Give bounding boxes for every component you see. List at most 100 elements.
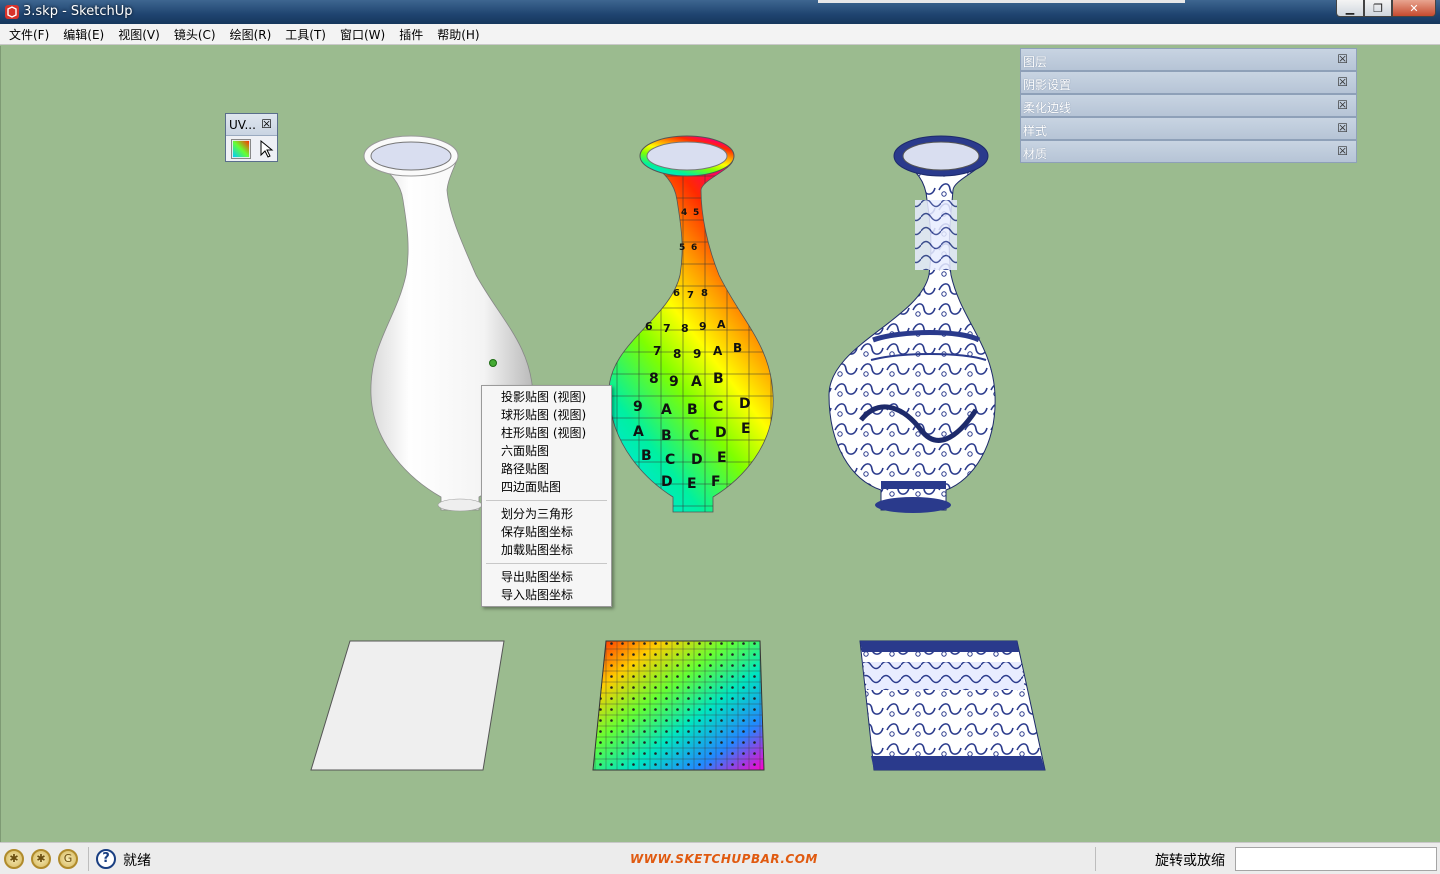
menu-tools[interactable]: 工具(T)	[278, 26, 333, 43]
svg-text:A: A	[691, 374, 702, 390]
tray-layers[interactable]: 图层 ☒	[1020, 48, 1357, 71]
close-button[interactable]: ✕	[1392, 0, 1436, 17]
svg-text:9: 9	[699, 320, 707, 333]
title-strip	[818, 0, 1185, 3]
svg-text:C: C	[665, 452, 675, 468]
svg-text:8: 8	[673, 347, 681, 361]
status-separator	[88, 847, 89, 871]
menu-file[interactable]: 文件(F)	[2, 26, 56, 43]
uv-toolbar-close-icon[interactable]: ☒	[261, 117, 272, 131]
menu-separator	[486, 500, 607, 501]
scene-canvas: 89AB 9ABCD ABCDE BCDE DEF 6789A 789AB 67…	[310, 135, 1046, 771]
minimize-button[interactable]: ▁	[1336, 0, 1364, 17]
uv-toolbar-title: UV...	[229, 118, 256, 132]
ctx-import-uv[interactable]: 导入贴图坐标	[482, 586, 611, 604]
svg-text:A: A	[661, 402, 672, 418]
porcelain-plane[interactable]	[859, 640, 1046, 771]
context-menu: 投影贴图 (视图) 球形贴图 (视图) 柱形贴图 (视图) 六面贴图 路径贴图 …	[481, 385, 612, 607]
menu-camera[interactable]: 镜头(C)	[167, 26, 223, 43]
uv-toolbar[interactable]: UV... ☒	[225, 113, 278, 162]
uv-grid-plane[interactable]	[592, 640, 765, 771]
ctx-path-map[interactable]: 路径贴图	[482, 460, 611, 478]
tray-label: 柔化边线	[1023, 101, 1072, 115]
svg-text:9: 9	[693, 347, 701, 361]
svg-text:6: 6	[645, 320, 653, 333]
menu-help[interactable]: 帮助(H)	[430, 26, 486, 43]
svg-text:8: 8	[701, 288, 708, 299]
tray-materials[interactable]: 材质 ☒	[1020, 140, 1357, 163]
svg-text:E: E	[687, 476, 697, 492]
uv-texture-icon[interactable]	[231, 139, 251, 159]
svg-text:F: F	[711, 474, 721, 490]
close-icon[interactable]: ☒	[1337, 121, 1348, 135]
svg-text:9: 9	[669, 374, 679, 390]
svg-text:6: 6	[691, 243, 697, 253]
menu-view[interactable]: 视图(V)	[111, 26, 167, 43]
ctx-projection-map[interactable]: 投影贴图 (视图)	[482, 388, 611, 406]
svg-text:D: D	[691, 452, 703, 468]
svg-text:E: E	[741, 421, 751, 437]
ctx-triangulate[interactable]: 划分为三角形	[482, 505, 611, 523]
svg-text:B: B	[687, 402, 698, 418]
svg-text:D: D	[739, 396, 751, 412]
tray-label: 图层	[1023, 55, 1048, 69]
close-icon[interactable]: ☒	[1337, 75, 1348, 89]
status-bar: ✱ ✱ G ? 就绪 WWW.SKETCHUPBAR.COM 旋转或放缩	[0, 842, 1440, 874]
svg-text:C: C	[689, 428, 699, 444]
svg-text:B: B	[661, 428, 672, 444]
svg-text:8: 8	[649, 371, 659, 387]
ctx-export-uv[interactable]: 导出贴图坐标	[482, 568, 611, 586]
svg-text:C: C	[713, 399, 723, 415]
menu-bar: 文件(F) 编辑(E) 视图(V) 镜头(C) 绘图(R) 工具(T) 窗口(W…	[0, 24, 1440, 45]
menu-window[interactable]: 窗口(W)	[333, 26, 392, 43]
tray-label: 阴影设置	[1023, 78, 1072, 92]
uv-pointer-icon[interactable]	[257, 139, 277, 159]
svg-text:A: A	[633, 424, 644, 440]
uv-grid-vase[interactable]: 89AB 9ABCD ABCDE BCDE DEF 6789A 789AB 67…	[608, 135, 774, 513]
menu-plugins[interactable]: 插件	[392, 26, 430, 43]
measurements-label: 旋转或放缩	[1155, 853, 1225, 869]
tray-styles[interactable]: 样式 ☒	[1020, 117, 1357, 140]
measurements-input[interactable]	[1235, 847, 1437, 871]
porcelain-vase[interactable]	[828, 135, 996, 513]
close-icon[interactable]: ☒	[1337, 144, 1348, 158]
maximize-button[interactable]: ❐	[1364, 0, 1392, 17]
svg-text:4: 4	[681, 208, 687, 218]
ctx-box-map[interactable]: 六面贴图	[482, 442, 611, 460]
menu-edit[interactable]: 编辑(E)	[56, 26, 111, 43]
tray-soften-edges[interactable]: 柔化边线 ☒	[1020, 94, 1357, 117]
tray-label: 材质	[1023, 147, 1048, 161]
svg-text:6: 6	[673, 288, 680, 299]
svg-text:A: A	[713, 344, 723, 358]
svg-text:5: 5	[679, 243, 685, 253]
tray-panels: 图层 ☒ 阴影设置 ☒ 柔化边线 ☒ 样式 ☒ 材质 ☒	[1020, 48, 1357, 163]
sketchup-logo-icon	[5, 5, 19, 19]
svg-text:E: E	[717, 450, 727, 466]
help-icon[interactable]: ?	[96, 849, 116, 869]
ctx-quad-map[interactable]: 四边面贴图	[482, 478, 611, 496]
status-text: 就绪	[123, 853, 151, 869]
menu-separator	[486, 563, 607, 564]
tray-shadows[interactable]: 阴影设置 ☒	[1020, 71, 1357, 94]
drawing-viewport[interactable]: 89AB 9ABCD ABCDE BCDE DEF 6789A 789AB 67…	[0, 46, 1440, 842]
svg-text:B: B	[641, 448, 652, 464]
close-icon[interactable]: ☒	[1337, 52, 1348, 66]
ctx-load-uv[interactable]: 加载贴图坐标	[482, 541, 611, 559]
ctx-spherical-map[interactable]: 球形贴图 (视图)	[482, 406, 611, 424]
title-bar: 3.skp - SketchUp ▁ ❐ ✕	[0, 0, 1440, 24]
svg-text:9: 9	[633, 399, 643, 415]
geo-location-icon[interactable]: ✱	[4, 849, 24, 869]
ctx-save-uv[interactable]: 保存贴图坐标	[482, 523, 611, 541]
sign-in-icon[interactable]: G	[58, 849, 78, 869]
white-plane[interactable]	[310, 640, 505, 771]
menu-draw[interactable]: 绘图(R)	[223, 26, 279, 43]
close-icon[interactable]: ☒	[1337, 98, 1348, 112]
svg-text:7: 7	[653, 344, 661, 358]
svg-text:B: B	[733, 341, 742, 355]
svg-text:A: A	[717, 318, 726, 331]
svg-text:7: 7	[663, 322, 671, 335]
tray-label: 样式	[1023, 124, 1048, 138]
svg-text:D: D	[715, 425, 727, 441]
credits-icon[interactable]: ✱	[31, 849, 51, 869]
ctx-cylindrical-map[interactable]: 柱形贴图 (视图)	[482, 424, 611, 442]
